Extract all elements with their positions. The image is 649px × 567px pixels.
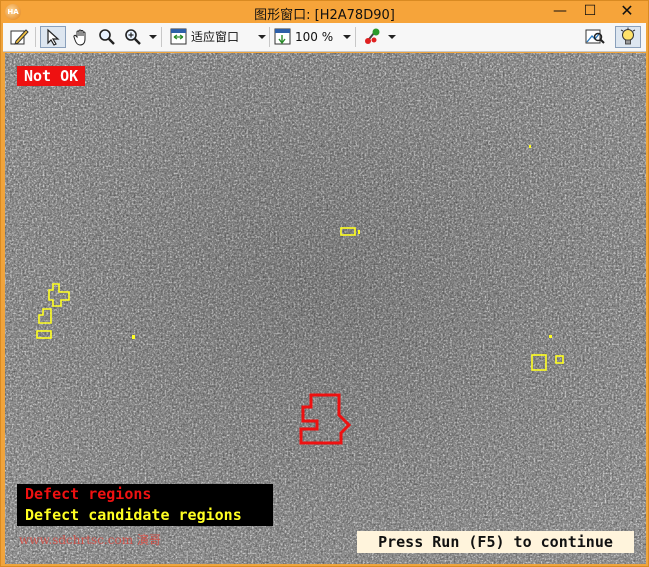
pointer-icon[interactable] (40, 26, 66, 48)
bulb-icon[interactable] (615, 26, 641, 48)
title-bar[interactable]: HA 图形窗口: [H2A78D90] — ☐ ✕ (1, 1, 648, 23)
zoom-dropdown-caret[interactable] (149, 35, 157, 39)
status-badge: Not OK (17, 66, 86, 86)
edit-icon[interactable] (7, 26, 31, 48)
color-picker-caret[interactable] (388, 35, 396, 39)
close-button[interactable]: ✕ (609, 1, 645, 21)
minimize-button[interactable]: — (545, 1, 575, 21)
legend-candidate-label: Defect candidate regions (25, 506, 242, 524)
zoom-in-icon[interactable] (121, 26, 145, 48)
graphics-window: HA 图形窗口: [H2A78D90] — ☐ ✕ 适应窗口 100 % Not… (0, 0, 649, 567)
magnify-icon[interactable] (95, 26, 119, 48)
continue-prompt: Press Run (F5) to continue (357, 531, 634, 553)
hand-icon[interactable] (69, 26, 93, 48)
color-picker-icon[interactable] (360, 26, 384, 48)
zoom-percent-icon[interactable] (271, 26, 295, 48)
legend: Defect regions Defect candidate regions (17, 484, 273, 526)
zoom-percent-caret[interactable] (343, 35, 351, 39)
watermark: www.sdchrtsc.com 演哥 (19, 533, 161, 547)
fit-window-icon[interactable] (167, 26, 191, 48)
fit-mode-select[interactable]: 适应窗口 (191, 27, 239, 47)
maximize-button[interactable]: ☐ (575, 1, 605, 21)
inspect-icon[interactable] (583, 26, 607, 48)
image-canvas[interactable]: Not OK Defect regions Defect candidate r… (5, 53, 646, 564)
fit-mode-caret[interactable] (258, 35, 266, 39)
toolbar: 适应窗口 100 % (3, 23, 646, 52)
zoom-percent-select[interactable]: 100 % (295, 27, 333, 47)
window-border (646, 53, 648, 564)
legend-defect-label: Defect regions (25, 485, 152, 503)
